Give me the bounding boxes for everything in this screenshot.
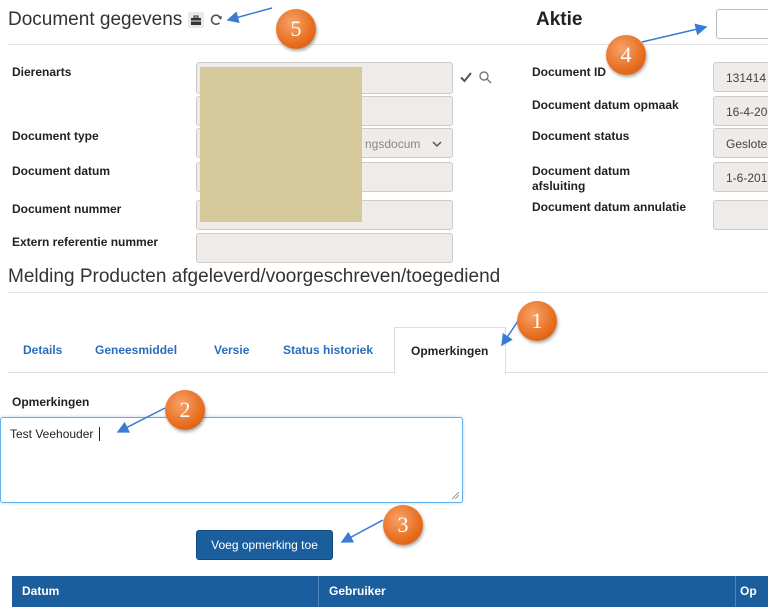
arrow-5 bbox=[226, 7, 273, 24]
arrow-4 bbox=[641, 23, 708, 43]
callout-1: 1 bbox=[517, 301, 557, 341]
callout-4: 4 bbox=[606, 35, 646, 75]
callout-2: 2 bbox=[165, 390, 205, 430]
arrow-3 bbox=[340, 519, 384, 543]
arrow-2 bbox=[116, 407, 166, 433]
callout-3: 3 bbox=[383, 505, 423, 545]
callout-5: 5 bbox=[276, 9, 316, 49]
